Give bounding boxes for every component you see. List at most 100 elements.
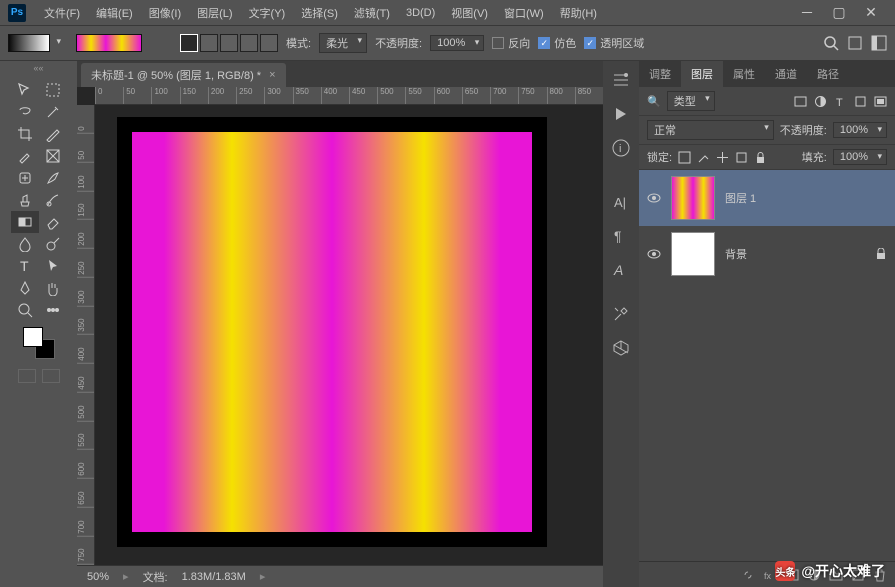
paragraph-panel-icon[interactable]: ¶: [612, 227, 630, 245]
gradient-linear-button[interactable]: [180, 34, 198, 52]
gradient-radial-button[interactable]: [200, 34, 218, 52]
opacity-select[interactable]: 100%: [430, 35, 484, 51]
layer-filter-select[interactable]: 类型: [667, 91, 715, 111]
frame-tool[interactable]: [39, 145, 67, 167]
menu-file[interactable]: 文件(F): [36, 1, 88, 25]
actions-panel-icon[interactable]: [612, 105, 630, 123]
layer-opacity-select[interactable]: 100%: [833, 122, 887, 138]
slice-tool[interactable]: [39, 123, 67, 145]
character-panel-icon[interactable]: A: [612, 261, 630, 279]
foreground-swatch-dropdown[interactable]: [8, 34, 50, 52]
move-tool[interactable]: [11, 79, 39, 101]
search-icon[interactable]: 🔍: [647, 95, 661, 108]
gradient-reflected-button[interactable]: [240, 34, 258, 52]
window-minimize-button[interactable]: －: [791, 0, 823, 25]
quick-mask-button[interactable]: [18, 369, 36, 383]
layer-name[interactable]: 背景: [725, 246, 747, 262]
filter-smart-icon[interactable]: [874, 95, 887, 108]
filter-shape-icon[interactable]: [854, 95, 867, 108]
dodge-tool[interactable]: [39, 233, 67, 255]
gradient-diamond-button[interactable]: [260, 34, 278, 52]
color-swatch[interactable]: [23, 327, 55, 359]
lock-position-icon[interactable]: [716, 151, 729, 164]
layer-thumbnail[interactable]: [671, 176, 715, 220]
menu-view[interactable]: 视图(V): [443, 1, 496, 25]
tab-layers[interactable]: 图层: [681, 61, 723, 87]
filter-type-icon[interactable]: T: [834, 95, 847, 108]
clone-stamp-tool[interactable]: [11, 189, 39, 211]
lock-image-icon[interactable]: [697, 151, 710, 164]
healing-brush-tool[interactable]: [11, 167, 39, 189]
layer-fill-select[interactable]: 100%: [833, 149, 887, 165]
window-close-button[interactable]: ✕: [855, 0, 887, 25]
info-panel-icon[interactable]: i: [612, 139, 630, 157]
3d-panel-icon[interactable]: [612, 339, 630, 357]
document-tab[interactable]: 未标题-1 @ 50% (图层 1, RGB/8) * ×: [81, 63, 286, 87]
foreground-color[interactable]: [23, 327, 43, 347]
visibility-icon[interactable]: [647, 247, 661, 261]
canvas-viewport[interactable]: 0501001502002503003504004505005506006507…: [77, 87, 603, 565]
menu-type[interactable]: 文字(Y): [241, 1, 294, 25]
gradient-preview-dropdown[interactable]: [76, 34, 142, 52]
reverse-checkbox[interactable]: 反向: [492, 35, 530, 51]
opacity-label: 不透明度:: [375, 35, 422, 51]
blur-tool[interactable]: [11, 233, 39, 255]
zoom-tool[interactable]: [11, 299, 39, 321]
eraser-tool[interactable]: [39, 211, 67, 233]
history-brush-tool[interactable]: [39, 189, 67, 211]
filter-pixel-icon[interactable]: [794, 95, 807, 108]
filter-adjust-icon[interactable]: [814, 95, 827, 108]
layer-row[interactable]: 背景: [639, 226, 895, 282]
layer-thumbnail[interactable]: [671, 232, 715, 276]
glyphs-panel-icon[interactable]: A|: [612, 193, 630, 211]
edit-toolbar-button[interactable]: [39, 299, 67, 321]
history-panel-icon[interactable]: [612, 71, 630, 89]
visibility-icon[interactable]: [647, 191, 661, 205]
menu-3d[interactable]: 3D(D): [398, 3, 443, 23]
gradient-tool[interactable]: [11, 211, 39, 233]
transparency-checkbox[interactable]: ✓透明区域: [584, 35, 644, 51]
share-icon[interactable]: [847, 35, 863, 51]
hand-tool[interactable]: [39, 277, 67, 299]
magic-wand-tool[interactable]: [39, 101, 67, 123]
pen-tool[interactable]: [11, 277, 39, 299]
toolbox-collapse-icon[interactable]: ««: [0, 63, 77, 77]
path-select-tool[interactable]: [39, 255, 67, 277]
layer-name[interactable]: 图层 1: [725, 190, 756, 206]
layer-row[interactable]: 图层 1: [639, 170, 895, 226]
menu-image[interactable]: 图像(I): [141, 1, 189, 25]
lock-all-icon[interactable]: [754, 151, 767, 164]
menu-filter[interactable]: 滤镜(T): [346, 1, 398, 25]
menu-window[interactable]: 窗口(W): [496, 1, 552, 25]
eyedropper-tool[interactable]: [11, 145, 39, 167]
tab-properties[interactable]: 属性: [723, 61, 765, 87]
tab-adjustments[interactable]: 调整: [639, 61, 681, 87]
crop-tool[interactable]: [11, 123, 39, 145]
window-maximize-button[interactable]: ▢: [823, 0, 855, 25]
close-tab-icon[interactable]: ×: [269, 69, 275, 81]
link-layers-icon[interactable]: [741, 568, 755, 582]
lasso-tool[interactable]: [11, 101, 39, 123]
tab-paths[interactable]: 路径: [807, 61, 849, 87]
tab-channels[interactable]: 通道: [765, 61, 807, 87]
tools-panel-icon[interactable]: [612, 305, 630, 323]
blend-mode-select[interactable]: 柔光: [319, 33, 367, 53]
menu-help[interactable]: 帮助(H): [552, 1, 605, 25]
menu-layer[interactable]: 图层(L): [189, 1, 240, 25]
dither-checkbox[interactable]: ✓仿色: [538, 35, 576, 51]
zoom-level[interactable]: 50%: [87, 571, 109, 583]
workspace-icon[interactable]: [871, 35, 887, 51]
search-icon[interactable]: [823, 35, 839, 51]
brush-tool[interactable]: [39, 167, 67, 189]
screen-mode-button[interactable]: [42, 369, 60, 383]
menu-edit[interactable]: 编辑(E): [88, 1, 141, 25]
svg-text:A|: A|: [614, 195, 626, 210]
gradient-angle-button[interactable]: [220, 34, 238, 52]
ruler-tick: 550: [77, 421, 94, 450]
type-tool[interactable]: T: [11, 255, 39, 277]
menu-select[interactable]: 选择(S): [293, 1, 346, 25]
lock-artboard-icon[interactable]: [735, 151, 748, 164]
lock-transparency-icon[interactable]: [678, 151, 691, 164]
marquee-tool[interactable]: [39, 79, 67, 101]
layer-blend-mode-select[interactable]: 正常: [647, 120, 774, 140]
